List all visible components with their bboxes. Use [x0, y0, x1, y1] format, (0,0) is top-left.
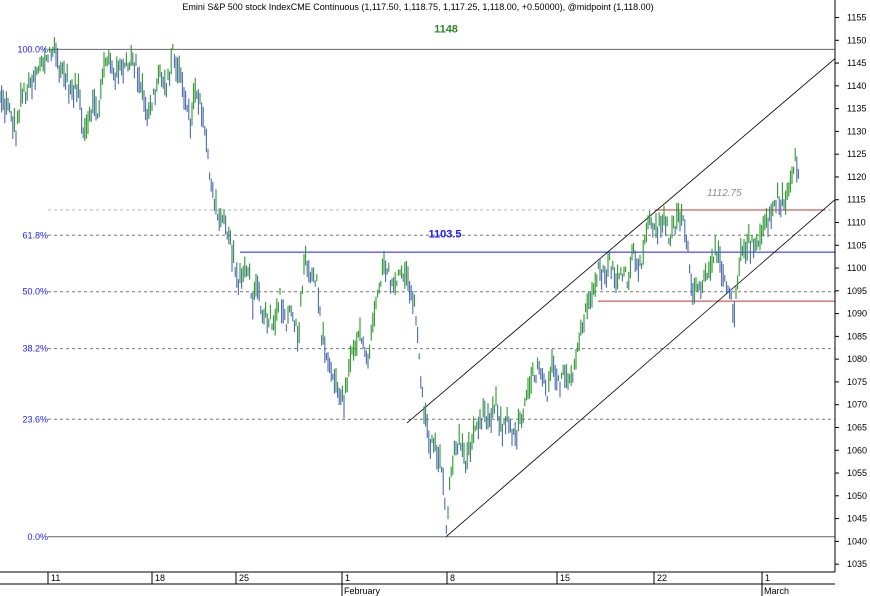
y-tick-label-13: 1100	[847, 263, 866, 273]
fib-label-4: 23.6%	[22, 414, 48, 424]
y-tick-label-17: 1120	[847, 172, 866, 182]
y-tick-label-0: 1035	[847, 559, 867, 569]
fib-label-0: 100.0%	[17, 44, 48, 54]
y-tick-label-18: 1125	[847, 149, 866, 159]
y-tick-label-21: 1140	[847, 81, 866, 91]
month-label-0: February	[344, 586, 381, 596]
fib-label-5: 0.0%	[27, 532, 48, 542]
y-tick-label-6: 1065	[847, 422, 867, 432]
month-label-1: March	[764, 586, 789, 596]
y-tick-label-1: 1040	[847, 536, 867, 546]
y-tick-label-7: 1070	[847, 400, 867, 410]
x-tick-label-5: 15	[560, 573, 570, 583]
y-tick-label-8: 1075	[847, 377, 867, 387]
y-tick-label-12: 1095	[847, 286, 867, 296]
x-tick-label-1: 18	[155, 573, 165, 583]
fib-label-3: 38.2%	[22, 344, 48, 354]
x-tick-label-3: 1	[345, 573, 350, 583]
y-tick-label-3: 1050	[847, 491, 867, 501]
x-tick-label-7: 1	[765, 573, 770, 583]
fib-label-2: 50.0%	[22, 287, 48, 297]
y-tick-label-2: 1045	[847, 514, 867, 524]
y-tick-label-14: 1105	[847, 240, 866, 250]
x-tick-label-4: 8	[450, 573, 455, 583]
y-tick-label-24: 1155	[847, 13, 866, 23]
y-tick-label-23: 1150	[847, 35, 866, 45]
price-chart: 100.0% 61.8% 50.0% 38.2% 23.6% 0.0% 1035 1040 10…	[0, 0, 870, 596]
x-tick-label-6: 22	[657, 573, 667, 583]
y-tick-label-9: 1080	[847, 354, 867, 364]
y-tick-label-4: 1055	[847, 468, 867, 478]
y-tick-label-16: 1115	[847, 195, 866, 205]
y-tick-label-20: 1135	[847, 104, 866, 114]
y-tick-label-5: 1060	[847, 445, 867, 455]
y-tick-label-15: 1110	[847, 218, 866, 228]
annotation-1: 1103.5	[428, 228, 461, 240]
level-label-1: 1112.75	[707, 188, 742, 199]
chart-title: Emini S&P 500 stock IndexCME Continuous …	[182, 2, 653, 12]
fib-label-1: 61.8%	[22, 230, 48, 240]
y-tick-label-22: 1145	[847, 58, 866, 68]
chart-background	[0, 0, 870, 596]
annotation-0: 1148	[434, 23, 458, 35]
y-tick-label-10: 1085	[847, 331, 867, 341]
y-tick-label-11: 1090	[847, 309, 867, 319]
y-tick-label-19: 1130	[847, 126, 866, 136]
x-tick-label-2: 25	[239, 573, 249, 583]
x-tick-label-0: 11	[51, 573, 60, 583]
